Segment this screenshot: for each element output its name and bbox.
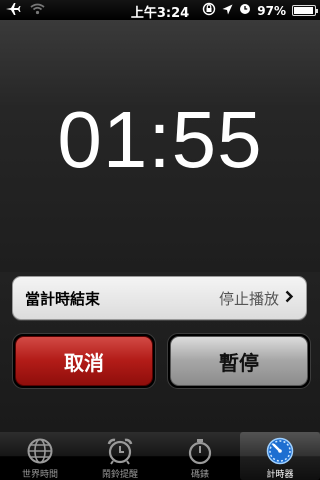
tab-world-clock[interactable]: 世界時間: [0, 432, 80, 480]
alarm-icon: [239, 3, 251, 18]
orientation-lock-icon: [202, 2, 216, 19]
when-timer-ends-row[interactable]: 當計時結束 停止播放: [12, 276, 307, 320]
when-timer-ends-value: 停止播放: [218, 289, 279, 308]
tab-bar: 世界時間 鬧鈴提醒 碼錶 計時器: [0, 432, 320, 480]
tab-label: 碼錶: [190, 470, 209, 480]
clock-app-timer-screen: 上午3:24 97% 01:55 當計時結束 停止播放 取消 暫停 世界時間 鬧…: [0, 0, 320, 480]
timer-display-area: 01:55: [0, 20, 320, 272]
timer-countdown: 01:55: [57, 95, 263, 184]
tab-label: 計時器: [266, 470, 294, 480]
tab-label: 鬧鈴提醒: [101, 470, 138, 480]
tab-stopwatch[interactable]: 碼錶: [160, 432, 240, 480]
alarm-clock-icon: [105, 436, 135, 466]
pause-button[interactable]: 暫停: [170, 336, 308, 386]
status-bar: 上午3:24 97%: [0, 0, 320, 21]
tab-timer[interactable]: 計時器: [240, 432, 320, 480]
battery-percent: 97%: [257, 3, 286, 18]
chevron-right-icon: [285, 289, 294, 307]
timer-icon: [265, 436, 295, 466]
battery-icon: [292, 5, 318, 16]
battery-level-fill: [294, 7, 314, 14]
timer-controls-panel: 當計時結束 停止播放 取消 暫停: [0, 272, 320, 432]
cancel-button[interactable]: 取消: [15, 336, 153, 386]
stopwatch-icon: [185, 436, 215, 466]
when-timer-ends-label: 當計時結束: [25, 289, 101, 308]
tab-label: 世界時間: [21, 470, 58, 480]
location-icon: [222, 4, 233, 18]
tab-alarm[interactable]: 鬧鈴提醒: [80, 432, 160, 480]
globe-icon: [25, 436, 55, 466]
